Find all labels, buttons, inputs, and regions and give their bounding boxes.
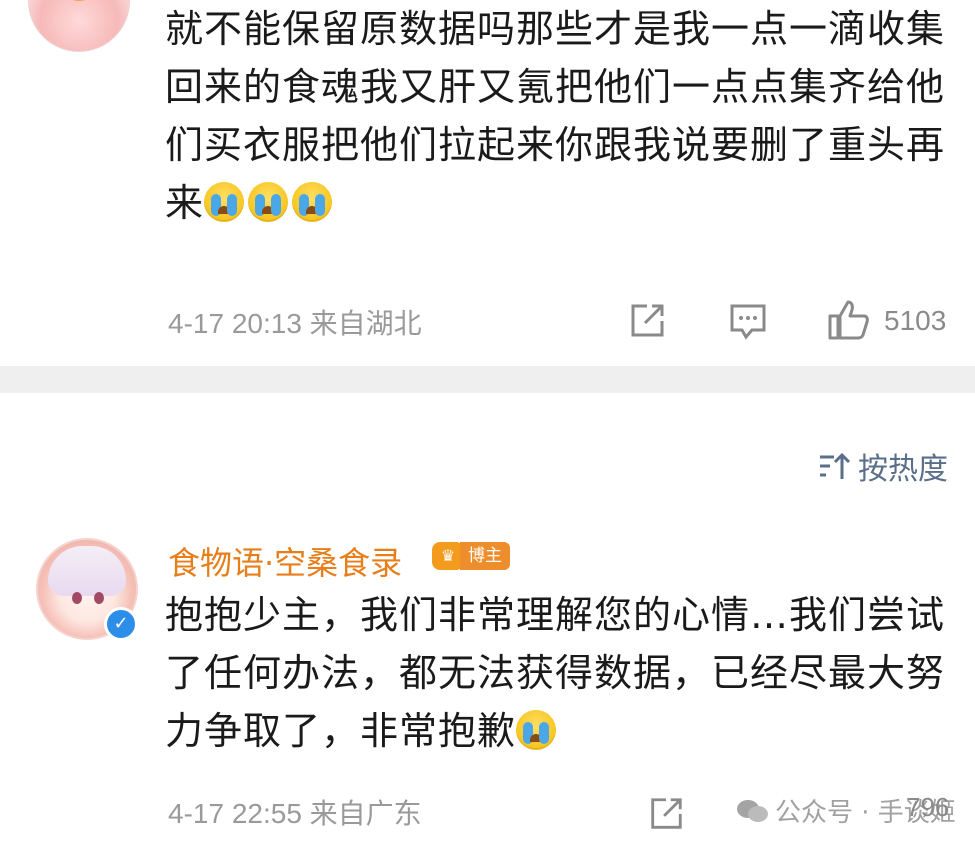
username[interactable]: 食物语·空桑食录	[168, 538, 402, 584]
sort-button[interactable]: 按热度	[818, 444, 948, 488]
avatar[interactable]	[28, 0, 130, 52]
timestamp: 4-17 20:13	[168, 308, 302, 339]
timestamp: 4-17 22:55	[168, 798, 302, 829]
location: 来自湖北	[309, 308, 422, 339]
sort-label: 按热度	[858, 452, 948, 487]
comment-feed: 就不能保留原数据吗那些才是我一点一滴收集回来的食魂我又肝又氪把他们一点点集齐给他…	[0, 0, 975, 847]
sort-icon	[820, 452, 851, 479]
crying-emoji-icon	[248, 182, 289, 222]
like-count: 796	[906, 792, 950, 822]
share-icon[interactable]	[627, 301, 667, 341]
wechat-icon	[737, 799, 768, 822]
crying-emoji-icon	[292, 182, 333, 222]
like-icon[interactable]	[826, 298, 870, 342]
verified-badge-icon: ✓	[104, 607, 138, 641]
blogger-badge: ♛ 博主	[432, 541, 510, 571]
comment-meta: 4-17 20:13 来自湖北	[168, 302, 422, 342]
comment-icon[interactable]	[728, 302, 768, 342]
badge-label: 博主	[460, 542, 510, 570]
comment-text: 抱抱少主，我们非常理解您的心情…我们尝试了任何办法，都无法获得数据，已经尽最大努…	[165, 586, 955, 760]
crying-emoji-icon	[516, 710, 557, 750]
section-divider	[0, 366, 975, 393]
share-icon[interactable]	[647, 795, 685, 833]
avatar-decoration	[59, 0, 99, 1]
like-count: 5103	[884, 305, 947, 336]
comment-meta: 4-17 22:55 来自广东	[168, 792, 422, 832]
comment-text: 就不能保留原数据吗那些才是我一点一滴收集回来的食魂我又肝又氪把他们一点点集齐给他…	[165, 0, 955, 232]
location: 来自广东	[309, 798, 422, 829]
crying-emoji-icon	[204, 182, 245, 222]
